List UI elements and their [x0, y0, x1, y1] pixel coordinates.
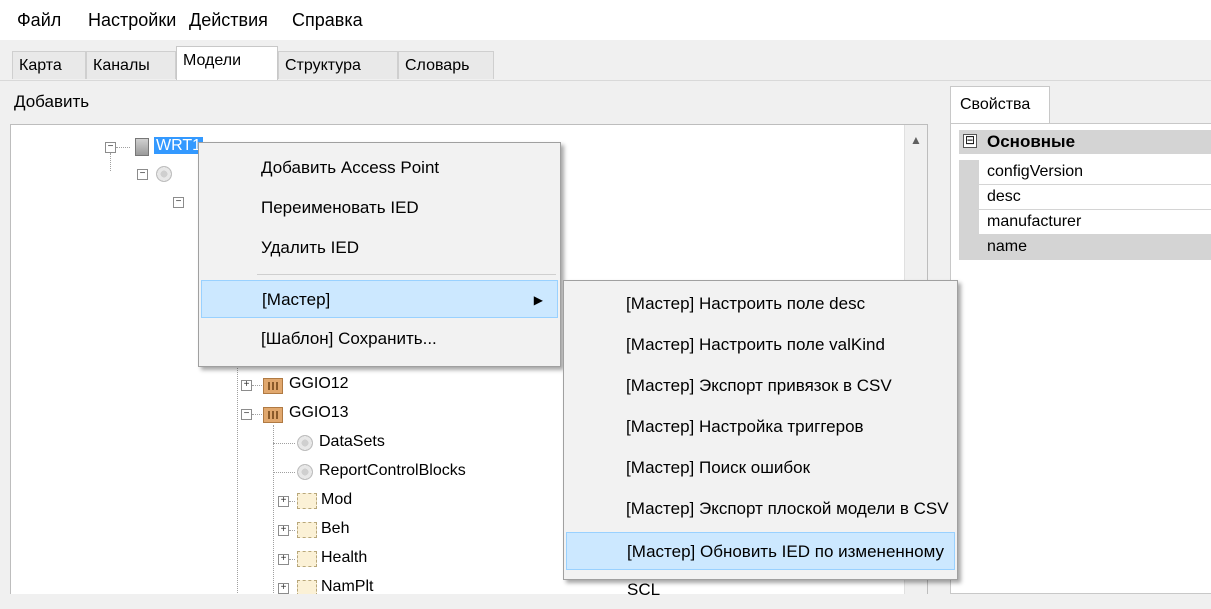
property-category[interactable]: ⊟ Основные [959, 130, 1211, 154]
menu-file[interactable]: Файл [17, 10, 61, 31]
property-row[interactable]: configVersion [959, 160, 1211, 185]
context-menu: Добавить Access Point Переименовать IED … [198, 142, 561, 367]
menu-actions[interactable]: Действия [189, 10, 268, 31]
tree-node-datasets[interactable]: DataSets [319, 433, 385, 451]
menu-bar: Файл Настройки Действия Справка [0, 0, 1211, 40]
row-gutter [959, 185, 979, 209]
tab-channels[interactable]: Каналы [86, 51, 176, 79]
submenu-arrow-icon: ▶ [533, 293, 543, 307]
property-grid[interactable]: ⊟ Основные configVersion desc manufactur… [950, 123, 1211, 594]
menu-settings[interactable]: Настройки [88, 10, 176, 31]
property-name: configVersion [987, 163, 1084, 180]
property-row[interactable]: manufacturer [959, 210, 1211, 235]
expand-icon[interactable]: + [278, 525, 289, 536]
report-control-icon [297, 464, 313, 480]
menu-item-label: [Мастер] Настройка триггеров [626, 417, 864, 436]
expand-icon[interactable]: + [241, 380, 252, 391]
submenu-item-export-flat-model-csv[interactable]: [Мастер] Экспорт плоской модели в CSV [566, 490, 955, 528]
property-row-selected[interactable]: name [959, 235, 1211, 260]
expand-icon[interactable]: + [278, 496, 289, 507]
menu-item-label: [Мастер] Обновить IED по измененному SCL [627, 542, 945, 599]
expand-icon[interactable]: + [278, 583, 289, 594]
data-object-icon [297, 580, 317, 594]
menu-item-label: [Мастер] Настроить поле valKind [626, 335, 885, 354]
collapse-category-icon[interactable]: ⊟ [963, 134, 977, 148]
submenu-item-export-bindings-csv[interactable]: [Мастер] Экспорт привязок в CSV [566, 367, 955, 405]
expand-icon[interactable]: + [278, 554, 289, 565]
tree-node-health[interactable]: Health [321, 549, 367, 567]
tree-line [273, 443, 295, 444]
menu-item-rename-ied[interactable]: Переименовать IED [201, 189, 558, 227]
menu-item-label: [Мастер] Экспорт плоской модели в CSV [626, 499, 949, 518]
logical-node-icon [263, 407, 283, 423]
dataset-icon [297, 435, 313, 451]
collapse-icon[interactable]: − [173, 197, 184, 208]
menu-item-add-access-point[interactable]: Добавить Access Point [201, 149, 558, 187]
collapse-icon[interactable]: − [137, 169, 148, 180]
collapse-icon[interactable]: − [241, 409, 252, 420]
submenu-item-find-errors[interactable]: [Мастер] Поиск ошибок [566, 449, 955, 487]
category-label: Основные [987, 132, 1076, 151]
row-gutter [959, 210, 979, 234]
row-gutter [959, 160, 979, 184]
menu-item-master[interactable]: [Мастер] ▶ [201, 280, 558, 318]
tab-models[interactable]: Модели [176, 46, 278, 80]
menu-item-label: [Мастер] [262, 290, 331, 309]
tree-line [116, 147, 130, 148]
tree-node-ggio13[interactable]: GGIO13 [289, 404, 349, 422]
tree-line [273, 472, 295, 473]
menu-item-label: Переименовать IED [261, 198, 419, 217]
tree-line [273, 425, 274, 594]
submenu-item-configure-valkind[interactable]: [Мастер] Настроить поле valKind [566, 326, 955, 364]
menu-item-label: [Мастер] Поиск ошибок [626, 458, 811, 477]
submenu-item-update-ied-from-scl[interactable]: [Мастер] Обновить IED по измененному SCL [566, 532, 955, 599]
menu-help[interactable]: Справка [292, 10, 363, 31]
tree-node-mod[interactable]: Mod [321, 491, 352, 509]
tree-node-label: WRT1 [154, 137, 204, 154]
tab-structure[interactable]: Структура [278, 51, 398, 79]
master-submenu: [Мастер] Настроить поле desc [Мастер] На… [563, 280, 958, 599]
tab-map[interactable]: Карта [12, 51, 86, 79]
data-object-icon [297, 551, 317, 567]
property-name: desc [987, 188, 1021, 205]
menu-separator [257, 274, 556, 275]
property-name: manufacturer [987, 213, 1082, 230]
tree-node-ggio12[interactable]: GGIO12 [289, 375, 349, 393]
ied-icon [135, 138, 149, 156]
tree-line [252, 414, 262, 415]
tree-line [289, 501, 295, 502]
tree-node-namplt[interactable]: NamPlt [321, 578, 373, 594]
tree-line [289, 530, 295, 531]
tab-dictionary[interactable]: Словарь [398, 51, 494, 79]
menu-item-label: Добавить Access Point [261, 158, 440, 177]
data-object-icon [297, 493, 317, 509]
menu-item-label: [Шаблон] Сохранить... [261, 329, 437, 348]
tree-line [289, 559, 295, 560]
tab-properties[interactable]: Свойства [950, 86, 1050, 124]
tree-line [110, 153, 111, 171]
menu-item-label: [Мастер] Экспорт привязок в CSV [626, 376, 892, 395]
submenu-item-configure-desc[interactable]: [Мастер] Настроить поле desc [566, 285, 955, 323]
scroll-up-icon[interactable]: ▲ [910, 133, 922, 147]
collapse-icon[interactable]: − [105, 142, 116, 153]
access-point-icon [156, 166, 172, 182]
menu-item-label: [Мастер] Настроить поле desc [626, 294, 866, 313]
submenu-item-configure-triggers[interactable]: [Мастер] Настройка триггеров [566, 408, 955, 446]
row-gutter [959, 235, 979, 259]
tree-node-root[interactable]: WRT1 [154, 137, 204, 155]
tree-node-beh[interactable]: Beh [321, 520, 349, 538]
property-name: name [987, 238, 1028, 255]
tab-strip: Карта Каналы Модели Структура Словарь [0, 44, 1211, 81]
menu-item-label: Удалить IED [261, 238, 359, 257]
tree-node-report-control-blocks[interactable]: ReportControlBlocks [319, 462, 466, 480]
logical-node-icon [263, 378, 283, 394]
data-object-icon [297, 522, 317, 538]
tree-line [252, 385, 262, 386]
property-row[interactable]: desc [959, 185, 1211, 210]
menu-item-delete-ied[interactable]: Удалить IED [201, 229, 558, 267]
add-label[interactable]: Добавить [14, 92, 89, 112]
menu-item-save-template[interactable]: [Шаблон] Сохранить... [201, 320, 558, 358]
